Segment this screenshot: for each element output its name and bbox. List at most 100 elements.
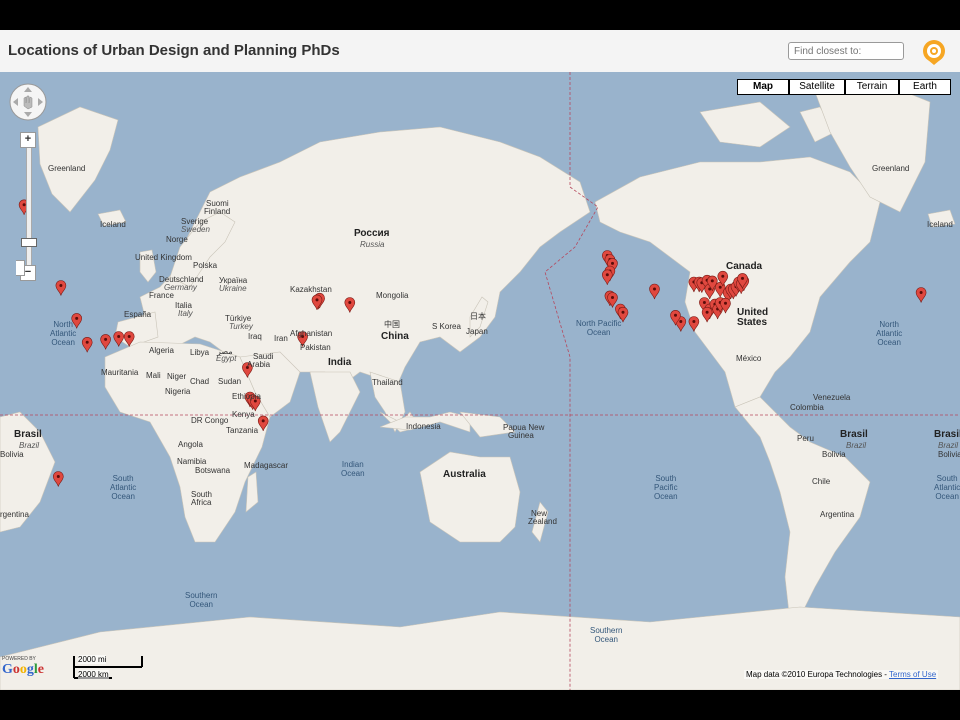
- label-greenland-east: Greenland: [872, 164, 910, 173]
- label-rossiya: Россия: [354, 228, 390, 239]
- label-north-atlantic-east: North Atlantic Ocean: [876, 320, 903, 347]
- label-north-pacific: North Pacific Ocean: [576, 319, 622, 337]
- label-ethiopia: Ethiopia: [232, 392, 261, 401]
- label-canada: Canada: [726, 261, 763, 272]
- label-pakistan: Pakistan: [300, 343, 331, 352]
- label-china-zh: 中国: [384, 320, 400, 329]
- label-libya: Libya: [190, 348, 210, 357]
- label-zealand: Zealand: [528, 517, 557, 526]
- world-basemap: [0, 72, 960, 690]
- label-mongolia: Mongolia: [376, 291, 409, 300]
- label-brazil-west: Brazil: [19, 441, 40, 450]
- label-brasil-west: Brasil: [14, 429, 42, 440]
- label-afghanistan: Afghanistan: [290, 329, 333, 338]
- label-kazakhstan: Kazakhstan: [290, 285, 332, 294]
- label-france: France: [149, 291, 174, 300]
- label-dr-congo: DR Congo: [191, 416, 229, 425]
- map-credits: Map data ©2010 Europa Technologies - Ter…: [744, 670, 939, 679]
- label-tanzania: Tanzania: [226, 426, 259, 435]
- label-russia: Russia: [360, 240, 385, 249]
- zoom-in-button[interactable]: +: [20, 132, 36, 148]
- label-china: China: [381, 331, 409, 342]
- label-polska: Polska: [193, 261, 218, 270]
- location-logo-icon[interactable]: [920, 38, 948, 66]
- label-niger: Niger: [167, 372, 187, 381]
- label-united-kingdom: United Kingdom: [135, 253, 192, 262]
- pan-hand-icon[interactable]: [8, 82, 48, 122]
- label-colombia: Colombia: [790, 403, 824, 412]
- label-united: United: [737, 307, 769, 318]
- label-peru: Peru: [797, 434, 814, 443]
- label-kenya: Kenya: [232, 410, 255, 419]
- map-canvas[interactable]: Map Satellite Terrain Earth + − Greenlan…: [0, 72, 960, 690]
- zoom-edge-tab: [16, 260, 25, 276]
- label-norge: Norge: [166, 235, 188, 244]
- label-angola: Angola: [178, 440, 203, 449]
- label-brasil-east: Brasil: [934, 429, 960, 440]
- label-chad: Chad: [190, 377, 210, 386]
- label-guinea: Guinea: [508, 431, 534, 440]
- bottom-letterbox: [0, 690, 960, 720]
- label-bolivia-west: Bolivia: [0, 450, 24, 459]
- label-venezuela: Venezuela: [813, 393, 851, 402]
- label-bolivia-east: Bolivia: [938, 450, 960, 459]
- label-namibia: Namibia: [177, 457, 207, 466]
- label-north-atlantic-west: North Atlantic Ocean: [50, 320, 77, 347]
- label-italy: Italy: [178, 309, 193, 318]
- label-iceland-west: Iceland: [100, 220, 126, 229]
- label-states: States: [737, 317, 768, 328]
- zoom-slider-handle[interactable]: [21, 238, 37, 247]
- label-ukraine: Ukraine: [219, 284, 247, 293]
- label-iraq: Iraq: [248, 332, 262, 341]
- label-southern-ocean-west: Southern Ocean: [185, 591, 218, 609]
- scale-miles: 2000 mi: [78, 655, 107, 664]
- label-australia: Australia: [443, 469, 486, 480]
- find-closest-input[interactable]: [788, 42, 904, 60]
- label-botswana: Botswana: [195, 466, 231, 475]
- label-japan: Japan: [466, 327, 488, 336]
- label-brazil-east: Brazil: [938, 441, 959, 450]
- label-south-pacific: South Pacific Ocean: [654, 474, 678, 501]
- label-chile: Chile: [812, 477, 831, 486]
- google-logo: Google: [2, 662, 44, 677]
- label-bolivia: Bolivia: [822, 450, 846, 459]
- map-type-earth-button[interactable]: Earth: [899, 79, 951, 95]
- label-turkey: Turkey: [229, 322, 253, 331]
- label-india: India: [328, 357, 352, 368]
- label-thailand: Thailand: [372, 378, 403, 387]
- label-mauritania: Mauritania: [101, 368, 139, 377]
- label-indonesia: Indonesia: [406, 422, 441, 431]
- label-iran: Iran: [274, 334, 288, 343]
- label-mexico: México: [736, 354, 762, 363]
- label-brazil: Brazil: [846, 441, 867, 450]
- zoom-track[interactable]: [26, 134, 32, 276]
- label-brasil: Brasil: [840, 429, 868, 440]
- label-sudan: Sudan: [218, 377, 242, 386]
- terms-of-use-link[interactable]: Terms of Use: [889, 670, 936, 679]
- header-bar: Locations of Urban Design and Planning P…: [0, 30, 960, 73]
- scale-km: 2000 km: [78, 670, 109, 679]
- map-type-map-button[interactable]: Map: [737, 79, 789, 95]
- label-argentina: Argentina: [820, 510, 855, 519]
- label-africa: Africa: [191, 498, 212, 507]
- label-espana: España: [124, 310, 152, 319]
- label-madagascar: Madagascar: [244, 461, 289, 470]
- label-south-atlantic-west: South Atlantic Ocean: [110, 474, 137, 501]
- label-southern-ocean-east: Southern Ocean: [590, 626, 623, 644]
- label-iceland-east: Iceland: [927, 220, 953, 229]
- map-type-satellite-button[interactable]: Satellite: [789, 79, 845, 95]
- top-letterbox: [0, 0, 960, 30]
- label-nihon: 日本: [470, 312, 486, 321]
- label-argentina-west: rgentina: [0, 510, 29, 519]
- label-south-atlantic-east: South Atlantic Ocean: [934, 474, 960, 501]
- label-indian-ocean: Indian Ocean: [341, 460, 365, 478]
- label-greenland-west: Greenland: [48, 164, 86, 173]
- label-sweden: Sweden: [181, 225, 210, 234]
- label-egypt: Egypt: [216, 354, 237, 363]
- map-type-terrain-button[interactable]: Terrain: [845, 79, 899, 95]
- label-skorea: S Korea: [432, 322, 461, 331]
- label-arabia: Arabia: [247, 360, 271, 369]
- label-nigeria: Nigeria: [165, 387, 191, 396]
- label-mali: Mali: [146, 371, 161, 380]
- page-title: Locations of Urban Design and Planning P…: [8, 42, 340, 59]
